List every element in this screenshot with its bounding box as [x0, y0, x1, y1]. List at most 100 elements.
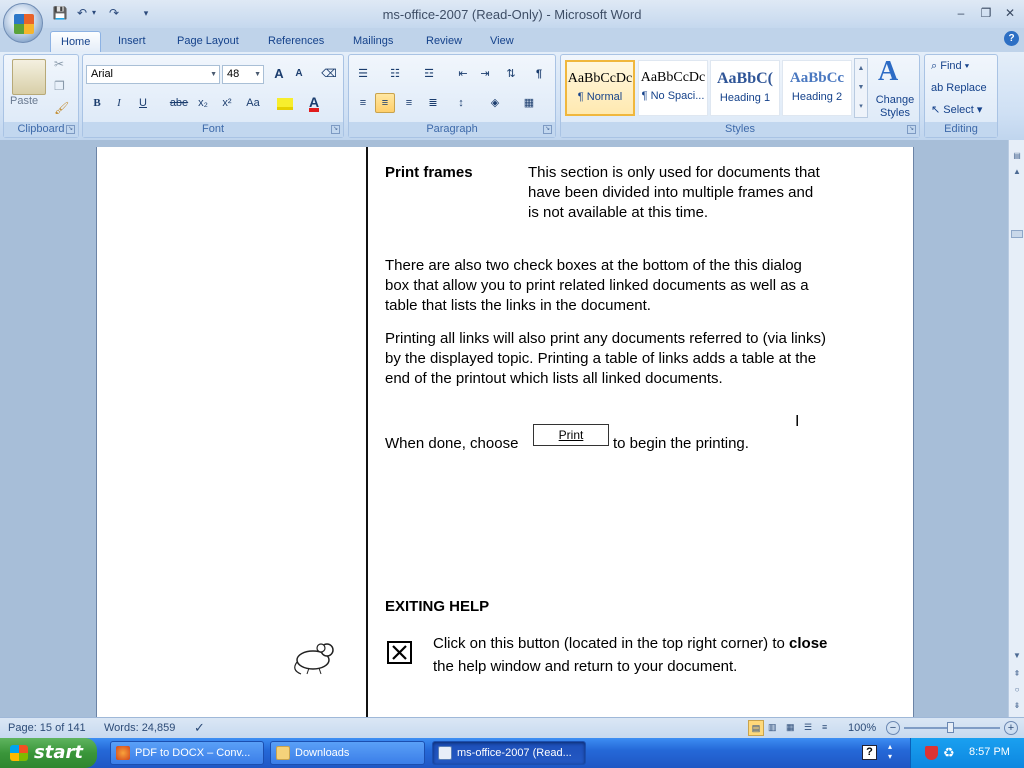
- styles-launcher-icon[interactable]: ↘: [907, 125, 916, 134]
- web-layout-icon[interactable]: ▦: [786, 720, 795, 734]
- office-button[interactable]: [3, 3, 43, 43]
- when-done-suffix: to begin the printing.: [613, 435, 749, 452]
- customize-icon[interactable]: ▾: [138, 5, 154, 21]
- highlight-icon[interactable]: [277, 98, 293, 110]
- align-center-icon[interactable]: ≡: [375, 93, 395, 113]
- page-count[interactable]: Page: 15 of 141: [8, 721, 86, 735]
- format-painter-icon[interactable]: 🖌: [54, 101, 69, 115]
- proofing-icon[interactable]: ✓: [194, 721, 205, 735]
- tab-home[interactable]: Home: [50, 31, 102, 52]
- styles-scroll[interactable]: ▲ ▼ ▾: [854, 58, 868, 118]
- align-left-icon[interactable]: ≡: [353, 93, 373, 113]
- replace-button[interactable]: ab Replace: [931, 79, 987, 97]
- style-normal[interactable]: AaBbCcDc ¶ Normal: [565, 60, 635, 116]
- paste-icon[interactable]: [12, 59, 46, 95]
- multilevel-list-icon[interactable]: ☲: [419, 64, 439, 84]
- scroll-thumb[interactable]: [1011, 230, 1023, 238]
- ruler-toggle-icon[interactable]: ▤: [1010, 148, 1024, 164]
- draft-icon[interactable]: ≡: [822, 720, 827, 734]
- next-page-icon[interactable]: ⇟: [1010, 698, 1024, 714]
- tab-insert[interactable]: Insert: [108, 31, 156, 52]
- shading-icon[interactable]: ◈: [485, 93, 505, 113]
- show-marks-button[interactable]: ¶: [529, 64, 549, 84]
- tray-arrows-icon[interactable]: ▴ ▾: [888, 742, 892, 762]
- style-heading-1[interactable]: AaBbC( Heading 1: [710, 60, 780, 116]
- zoom-in-icon[interactable]: +: [1004, 721, 1018, 735]
- font-family-combo[interactable]: Arial ▼: [86, 65, 220, 84]
- clear-formatting-icon[interactable]: ⌫: [319, 64, 339, 84]
- shield-icon[interactable]: [925, 746, 938, 760]
- bullets-icon[interactable]: ☰: [353, 64, 373, 84]
- cut-icon[interactable]: ✂: [54, 57, 64, 71]
- sort-icon[interactable]: ⇅: [501, 64, 521, 84]
- font-color-icon[interactable]: A: [309, 95, 320, 112]
- select-button[interactable]: ↖ Select ▾: [931, 101, 982, 119]
- find-button[interactable]: ⌕ Find ▾: [931, 57, 969, 75]
- numbering-icon[interactable]: ☷: [385, 64, 405, 84]
- tab-mailings[interactable]: Mailings: [343, 31, 403, 52]
- subscript-button[interactable]: x₂: [193, 93, 213, 113]
- select-browse-object-icon[interactable]: ○: [1010, 682, 1024, 698]
- italic-button[interactable]: I: [109, 93, 129, 113]
- outline-icon[interactable]: ☰: [804, 720, 812, 734]
- change-case-button[interactable]: Aa: [243, 93, 263, 113]
- tab-references[interactable]: References: [258, 31, 334, 52]
- text-line: table that lists the links in the docume…: [385, 297, 651, 314]
- help-tray-icon[interactable]: ?: [862, 745, 877, 760]
- zoom-out-icon[interactable]: −: [886, 721, 900, 735]
- paste-button-label[interactable]: Paste: [10, 95, 38, 107]
- justify-icon[interactable]: ≣: [423, 93, 443, 113]
- font-size-combo[interactable]: 48 ▼: [222, 65, 264, 84]
- network-icon[interactable]: ♻: [943, 745, 955, 761]
- grow-font-button[interactable]: A: [269, 64, 289, 84]
- copy-icon[interactable]: ❐: [54, 79, 65, 93]
- taskbar-item-downloads[interactable]: Downloads: [270, 741, 425, 765]
- tab-review[interactable]: Review: [416, 31, 472, 52]
- style-name: Heading 2: [791, 91, 843, 103]
- scroll-up-icon[interactable]: ▲: [1010, 164, 1024, 180]
- print-button-image: Print: [533, 424, 609, 446]
- font-launcher-icon[interactable]: ↘: [331, 125, 340, 134]
- tab-view[interactable]: View: [480, 31, 524, 52]
- redo-icon[interactable]: ↷: [106, 5, 122, 21]
- style-no-spacing[interactable]: AaBbCcDc ¶ No Spaci...: [638, 60, 708, 116]
- shrink-font-button[interactable]: A: [289, 64, 309, 84]
- restore-button[interactable]: ❐: [975, 4, 997, 22]
- change-styles-icon[interactable]: A: [878, 56, 898, 88]
- superscript-button[interactable]: x²: [217, 93, 237, 113]
- clock[interactable]: 8:57 PM: [969, 746, 1010, 758]
- full-screen-reading-icon[interactable]: ▥: [768, 720, 777, 734]
- paragraph-launcher-icon[interactable]: ↘: [543, 125, 552, 134]
- taskbar-item-word[interactable]: ms-office-2007 (Read...: [432, 741, 586, 765]
- underline-button[interactable]: U: [133, 93, 153, 113]
- decrease-indent-icon[interactable]: ⇤: [453, 64, 473, 84]
- line-spacing-icon[interactable]: ↕: [451, 93, 471, 113]
- save-icon[interactable]: 💾: [52, 5, 68, 21]
- help-icon[interactable]: ?: [1004, 31, 1019, 46]
- undo-dropdown-icon[interactable]: ▾: [86, 5, 102, 21]
- borders-icon[interactable]: ▦: [519, 93, 539, 113]
- scroll-down-icon[interactable]: ▼: [1010, 648, 1024, 664]
- minimize-button[interactable]: –: [950, 4, 972, 22]
- zoom-slider-thumb[interactable]: [947, 722, 954, 733]
- vertical-scrollbar[interactable]: ▤ ▲ ▼ ⇞ ○ ⇟: [1008, 140, 1024, 717]
- style-heading-2[interactable]: AaBbCc Heading 2: [782, 60, 852, 116]
- print-frames-description: This section is only used for documents …: [528, 163, 858, 223]
- increase-indent-icon[interactable]: ⇥: [475, 64, 495, 84]
- clipboard-launcher-icon[interactable]: ↘: [66, 125, 75, 134]
- print-layout-icon[interactable]: ▤: [748, 720, 764, 736]
- taskbar-item-firefox[interactable]: PDF to DOCX – Conv...: [110, 741, 264, 765]
- strikethrough-button[interactable]: abe: [169, 93, 189, 113]
- previous-page-icon[interactable]: ⇞: [1010, 666, 1024, 682]
- bold-button[interactable]: B: [87, 93, 107, 113]
- firefox-icon: [116, 746, 130, 760]
- zoom-level[interactable]: 100%: [848, 721, 876, 735]
- document-page[interactable]: [96, 147, 914, 717]
- word-count[interactable]: Words: 24,859: [104, 721, 175, 735]
- text-line: have been divided into multiple frames a…: [528, 184, 814, 201]
- align-right-icon[interactable]: ≡: [399, 93, 419, 113]
- close-button[interactable]: ✕: [999, 4, 1021, 22]
- tab-page-layout[interactable]: Page Layout: [167, 31, 249, 52]
- change-styles-button[interactable]: Change Styles: [872, 94, 918, 120]
- taskbar-item-label: PDF to DOCX – Conv...: [135, 747, 251, 759]
